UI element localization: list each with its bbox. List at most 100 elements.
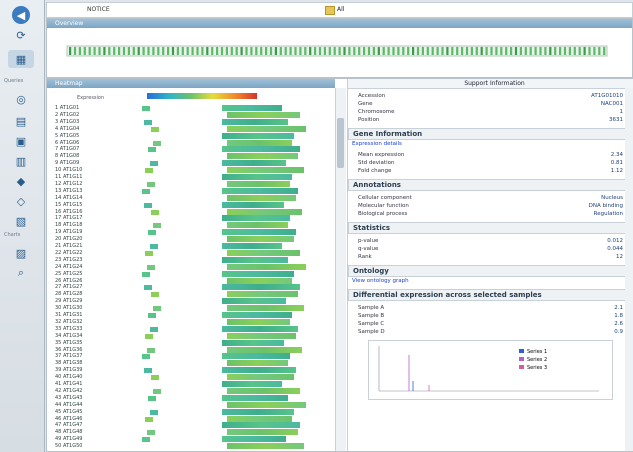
ontology-link[interactable]: View ontology graph [352,278,409,284]
filter-icon[interactable]: ◆ [8,172,34,190]
heat-cell[interactable] [147,264,155,270]
overview-track[interactable] [47,28,632,76]
heat-block[interactable] [227,429,298,436]
folder-label[interactable]: All [337,6,344,13]
heat-block[interactable] [227,194,296,201]
expression-link[interactable]: Expression details [352,141,402,147]
heat-cell[interactable] [150,326,158,332]
details-scrollbar[interactable] [625,88,633,451]
heat-block[interactable] [222,132,294,139]
tag-icon[interactable]: ◇ [8,192,34,210]
heat-block[interactable] [227,415,292,422]
heat-block[interactable] [227,374,294,381]
heat-cell[interactable] [142,271,150,277]
heat-cell[interactable] [151,292,159,298]
heat-block[interactable] [227,111,300,118]
heat-block[interactable] [227,443,304,450]
heat-cell[interactable] [150,244,158,249]
heat-block[interactable] [222,381,282,387]
window-icon[interactable]: ▦ [8,50,34,68]
heat-block[interactable] [227,387,300,394]
heat-cell[interactable] [145,168,153,174]
back-icon[interactable]: ◀ [12,6,30,24]
heat-cell[interactable] [148,395,156,401]
heat-block[interactable] [227,125,306,132]
heat-block[interactable] [222,243,282,249]
heat-cell[interactable] [153,388,161,394]
heat-cell[interactable] [144,119,152,125]
heat-cell[interactable] [144,202,152,208]
heat-block[interactable] [222,339,284,346]
heat-block[interactable] [227,332,296,339]
heat-cell[interactable] [151,126,159,132]
heat-block[interactable] [222,105,282,111]
heat-cell[interactable] [142,188,150,194]
heat-cell[interactable] [145,333,153,339]
heat-cell[interactable] [145,250,153,256]
heatmap-scrollbar[interactable] [335,88,346,451]
heat-block[interactable] [222,160,286,167]
stats-icon[interactable]: ▨ [8,244,34,262]
heat-block[interactable] [227,236,294,243]
heat-block[interactable] [222,408,294,415]
section-annotations[interactable]: Annotations [348,179,633,191]
heat-block[interactable] [227,167,304,174]
heat-block[interactable] [222,187,298,194]
heat-cell[interactable] [153,223,161,229]
heat-block[interactable] [227,180,290,187]
zoom-icon[interactable]: ⌕ [8,264,34,282]
heat-block[interactable] [222,201,284,208]
heat-block[interactable] [222,270,294,277]
grid-icon[interactable]: ▣ [8,132,34,150]
heat-block[interactable] [222,215,290,222]
heat-block[interactable] [222,146,300,153]
heat-block[interactable] [227,263,306,270]
heat-block[interactable] [222,394,288,401]
heat-cell[interactable] [148,147,156,153]
heat-block[interactable] [222,298,286,305]
heat-cell[interactable] [153,140,161,146]
heat-cell[interactable] [145,416,153,422]
heat-block[interactable] [227,318,290,325]
heat-cell[interactable] [150,161,158,167]
heat-cell[interactable] [142,106,150,111]
heat-cell[interactable] [147,430,155,436]
heat-cell[interactable] [142,437,150,443]
heat-cell[interactable] [151,209,159,215]
table-row[interactable]: 50 AT1G50 [47,443,335,450]
heat-cell[interactable] [148,230,156,236]
bar-icon[interactable]: ▧ [8,212,34,230]
heat-block[interactable] [222,174,292,180]
heat-cell[interactable] [144,368,152,374]
heat-block[interactable] [227,249,300,256]
table-icon[interactable]: ▤ [8,112,34,130]
heat-block[interactable] [227,291,298,298]
heat-block[interactable] [222,229,296,236]
heat-block[interactable] [222,436,286,443]
heat-block[interactable] [227,360,288,367]
heat-cell[interactable] [144,285,152,291]
query-icon[interactable]: ◎ [8,90,34,108]
heat-block[interactable] [227,346,302,353]
heat-block[interactable] [222,118,288,125]
section-statistics[interactable]: Statistics [348,222,633,234]
section-differential[interactable]: Differential expression across selected … [348,289,633,301]
breadcrumb[interactable]: NOTICE [87,6,110,13]
heat-cell[interactable] [147,347,155,353]
heat-block[interactable] [222,312,292,318]
heat-block[interactable] [222,367,296,374]
heat-block[interactable] [227,305,304,312]
heat-block[interactable] [222,422,300,429]
section-gene-info[interactable]: Gene Information [348,128,633,140]
heat-block[interactable] [227,277,292,284]
heat-cell[interactable] [151,375,159,381]
heat-block[interactable] [227,401,306,408]
scroll-thumb[interactable] [337,118,344,168]
heat-block[interactable] [227,208,302,215]
heat-cell[interactable] [142,354,150,360]
heat-block[interactable] [227,153,298,160]
heat-cell[interactable] [147,181,155,187]
section-ontology[interactable]: Ontology [348,265,633,277]
heat-block[interactable] [227,222,288,229]
heat-block[interactable] [222,284,300,291]
